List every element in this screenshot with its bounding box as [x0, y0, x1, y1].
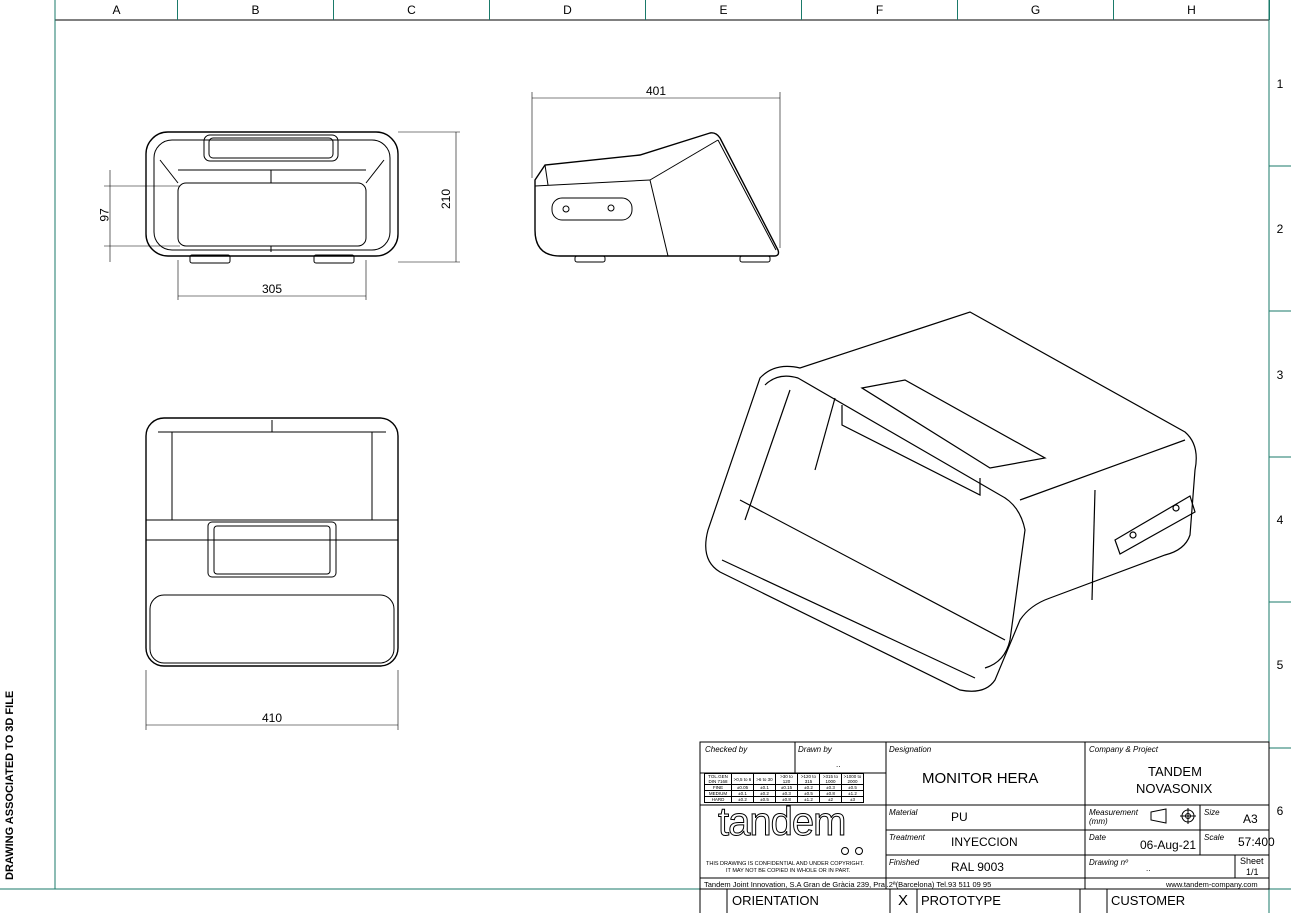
- footer-website: www.tandem-company.com: [1166, 880, 1258, 889]
- treatment: INYECCION: [951, 835, 1018, 849]
- footer-company: Tandem Joint Innovation, S.A Gran de Grà…: [704, 880, 992, 889]
- tol-header: >6 to 30: [753, 773, 776, 785]
- technical-drawing: [104, 92, 1270, 913]
- company-line1: TANDEM: [1148, 764, 1202, 779]
- designation-label: Designation: [889, 745, 932, 754]
- prototype-label: PROTOTYPE: [921, 893, 1001, 908]
- tol-cell: ±1.2: [797, 796, 820, 803]
- tol-cell: ±2: [819, 796, 842, 803]
- top-view: [145, 417, 399, 730]
- sheet-label: Sheet: [1240, 856, 1264, 866]
- confidential-line1: THIS DRAWING IS CONFIDENTIAL AND UNDER C…: [706, 861, 864, 867]
- size: A3: [1243, 812, 1258, 826]
- tolerance-table: TOL.GEN DIN 7168 >0,5 to 6 >6 to 30 >30 …: [704, 773, 864, 803]
- orientation-label: ORIENTATION: [732, 893, 819, 908]
- drawing-no-label: Drawing nº: [1089, 858, 1128, 867]
- tol-cell: ±0.8: [775, 796, 798, 803]
- dim-410: 410: [262, 711, 283, 725]
- tandem-logo: tandem: [717, 800, 846, 845]
- checked-by-label: Checked by: [705, 745, 748, 754]
- isometric-view: [705, 311, 1197, 692]
- designation: MONITOR HERA: [922, 770, 1039, 787]
- prototype-mark: X: [898, 892, 909, 909]
- scale: 57:400: [1238, 835, 1275, 849]
- tol-cell: ±0.5: [753, 796, 776, 803]
- material-label: Material: [889, 808, 918, 817]
- dim-401: 401: [646, 84, 667, 98]
- company-line2: NOVASONIX: [1136, 781, 1213, 796]
- tol-header: >1000 to 2000: [841, 773, 864, 785]
- tol-cell: HARD: [704, 796, 732, 803]
- tol-header: >315 to 1000: [819, 773, 842, 785]
- tol-header: TOL.GEN DIN 7168: [704, 773, 732, 785]
- finished: RAL 9003: [951, 860, 1004, 874]
- tol-header: >0,5 to 6: [731, 773, 754, 785]
- sheet: 1/1: [1246, 867, 1259, 877]
- tolerance-row: HARD ±0.2 ±0.5 ±0.8 ±1.2 ±2 ±3: [704, 796, 864, 803]
- tol-cell: ±3: [841, 796, 864, 803]
- scale-label: Scale: [1204, 833, 1225, 842]
- dim-305: 305: [262, 282, 283, 296]
- drawn-by-value: ..: [836, 760, 841, 769]
- drawing-no: ..: [1146, 864, 1151, 873]
- confidential-line2: IT MAY NOT BE COPIED IN WHOLE OR IN PART…: [726, 868, 851, 874]
- company-label: Company & Project: [1089, 745, 1158, 754]
- front-view: [104, 131, 460, 300]
- dim-210: 210: [439, 188, 454, 210]
- finished-label: Finished: [889, 858, 920, 867]
- date-label: Date: [1089, 833, 1106, 842]
- dim-97: 97: [97, 208, 112, 222]
- tol-header: >30 to 120: [775, 773, 798, 785]
- date: 06-Aug-21: [1140, 838, 1197, 852]
- size-label: Size: [1204, 808, 1220, 817]
- treatment-label: Treatment: [889, 833, 925, 842]
- tol-header: >120 to 315: [797, 773, 820, 785]
- customer-label: CUSTOMER: [1111, 893, 1186, 908]
- material: PU: [951, 810, 968, 824]
- drawn-by-label: Drawn by: [798, 745, 832, 754]
- measurement-label: Measurement (mm): [1089, 808, 1138, 826]
- tolerance-header-row: TOL.GEN DIN 7168 >0,5 to 6 >6 to 30 >30 …: [704, 773, 864, 785]
- side-view: [531, 92, 781, 263]
- tol-cell: ±0.2: [731, 796, 754, 803]
